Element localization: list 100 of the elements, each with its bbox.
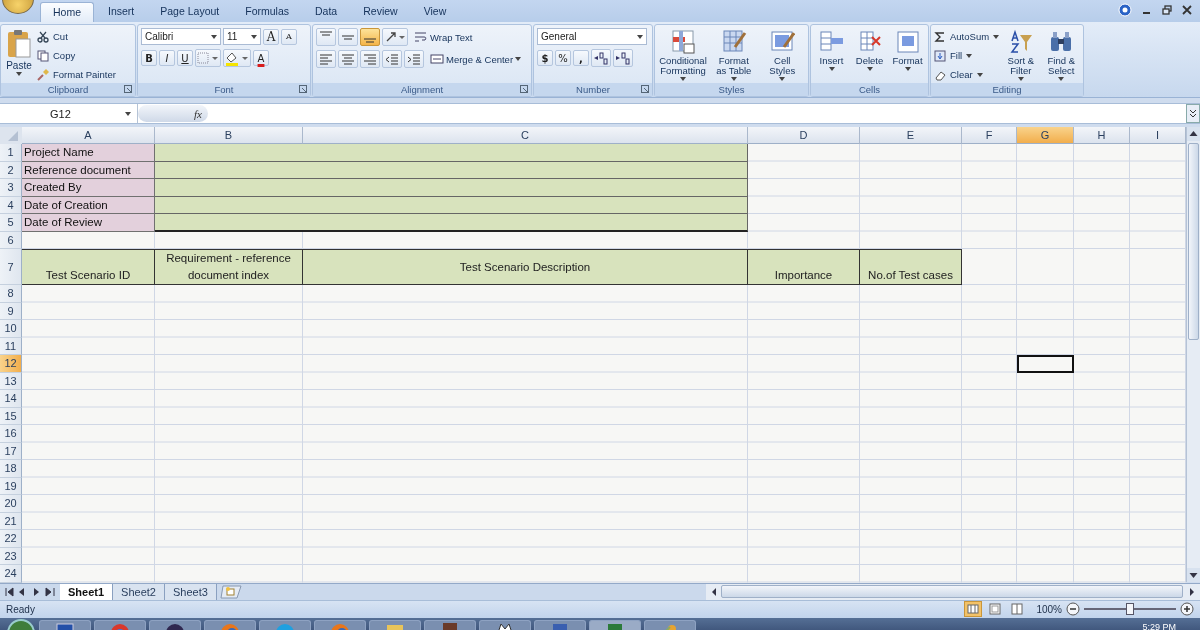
currency-button[interactable]: $ [537,50,553,66]
vertical-scrollbar[interactable] [1186,127,1200,582]
row-number[interactable]: 14 [0,390,22,408]
align-right-icon[interactable] [360,50,380,68]
start-orb-icon[interactable] [6,617,36,630]
row-number[interactable]: 22 [0,530,22,548]
ribbon-button[interactable]: Format [890,28,925,72]
percent-button[interactable]: % [555,50,571,66]
row-number[interactable]: 3 [0,179,22,197]
italic-button[interactable]: I [159,50,175,66]
ribbon-button[interactable]: Cell Styles [759,28,805,82]
zoom-level[interactable]: 100% [1036,603,1062,615]
row-number[interactable]: 12 [0,355,22,373]
ribbon-tab[interactable]: View [411,2,459,22]
font-name-field[interactable]: Calibri [141,28,221,45]
scroll-down-icon[interactable] [1187,568,1200,582]
wrap-text-button[interactable]: Wrap Text [414,28,473,46]
function-button[interactable]: fx [138,105,208,122]
fill-color-icon[interactable] [223,49,251,67]
sheet-navigation-icon[interactable] [4,586,56,597]
decrease-indent-icon[interactable] [382,50,402,68]
zoom-slider-thumb[interactable] [1126,603,1134,615]
zoom-out-icon[interactable] [1066,602,1080,616]
font-size-field[interactable]: 11 [223,28,261,45]
column-header[interactable]: E [860,127,962,144]
ribbon-tab[interactable]: Review [351,2,410,22]
ribbon-tab[interactable]: Data [303,2,350,22]
increase-indent-icon[interactable] [404,50,424,68]
dialog-launcher-icon[interactable] [124,85,132,93]
close-icon[interactable] [1182,5,1192,15]
ribbon-tab[interactable]: Home [40,2,94,22]
value-cell[interactable] [155,144,748,162]
taskbar-button[interactable] [149,619,201,630]
scroll-thumb[interactable] [721,585,1183,598]
row-number[interactable]: 24 [0,565,22,583]
increase-decimal-icon[interactable] [591,49,611,67]
ribbon-button[interactable]: Copy [37,47,116,64]
column-header[interactable]: D [748,127,860,144]
ribbon-tab[interactable]: Insert [96,2,147,22]
ribbon-button[interactable]: Clear [934,66,1000,83]
orientation-icon[interactable] [382,28,408,46]
help-icon[interactable] [1118,3,1132,17]
active-cell[interactable] [1017,355,1074,373]
ribbon-button[interactable]: Delete [852,28,887,72]
align-center-icon[interactable] [338,50,358,68]
ribbon-button[interactable]: Insert [814,28,849,72]
ribbon-button[interactable]: AutoSum [934,28,1000,45]
scroll-up-icon[interactable] [1187,127,1200,141]
row-number[interactable]: 16 [0,425,22,443]
scroll-right-icon[interactable] [1187,586,1197,597]
merge-center-button[interactable]: Merge & Center [430,50,522,68]
comma-button[interactable]: , [573,50,589,66]
zoom-in-icon[interactable] [1180,602,1194,616]
ribbon-button[interactable]: Sort & Filter [1002,28,1040,82]
restore-icon[interactable] [1162,5,1172,15]
sheet-tab[interactable]: Sheet3 [164,583,217,600]
taskbar-button[interactable] [369,619,421,630]
grow-font-button[interactable]: A [263,28,279,45]
sheet-tab[interactable]: Sheet1 [60,583,114,600]
dialog-launcher-icon[interactable] [520,85,528,93]
decrease-decimal-icon[interactable] [613,49,633,67]
row-number[interactable]: 8 [0,285,22,303]
align-bottom-icon[interactable] [360,28,380,46]
number-format-field[interactable]: General [537,28,647,45]
align-middle-icon[interactable] [338,28,358,46]
horizontal-scrollbar[interactable] [706,583,1200,600]
taskbar-button[interactable] [424,619,476,630]
ribbon-tab[interactable]: Formulas [233,2,301,22]
row-number[interactable]: 10 [0,320,22,338]
name-box[interactable]: G12 [0,104,138,123]
insert-sheet-icon[interactable] [218,584,243,599]
row-number[interactable]: 5 [0,214,22,232]
ribbon-button[interactable]: Conditional Formatting [658,28,708,82]
shrink-font-button[interactable]: A [281,28,297,45]
ribbon-button[interactable]: Fill [934,47,1000,64]
normal-view-icon[interactable] [964,601,983,617]
row-number[interactable]: 18 [0,460,22,478]
dialog-launcher-icon[interactable] [641,85,649,93]
bold-button[interactable]: B [141,50,157,66]
row-number[interactable]: 20 [0,495,22,513]
taskbar-button[interactable] [39,619,91,630]
row-number[interactable]: 1 [0,144,22,162]
ribbon-tab[interactable]: Page Layout [148,2,232,22]
column-header[interactable]: H [1074,127,1130,144]
column-header[interactable]: G [1017,127,1074,144]
expand-icon[interactable] [1186,104,1200,123]
ribbon-button[interactable]: Format Painter [37,66,116,83]
value-cell[interactable] [155,214,748,232]
ribbon-button[interactable]: Format as Table [711,28,757,82]
align-left-icon[interactable] [316,50,336,68]
dialog-launcher-icon[interactable] [299,85,307,93]
ribbon-button[interactable]: Find & Select [1042,28,1080,82]
underline-button[interactable]: U [177,50,193,66]
value-cell[interactable] [155,179,748,197]
ribbon-button[interactable]: Cut [37,28,116,45]
row-number[interactable]: 7 [0,249,22,285]
align-top-icon[interactable] [316,28,336,46]
sheet-tab[interactable]: Sheet2 [113,583,165,600]
taskbar-button[interactable] [479,619,531,630]
font-color-button[interactable]: A [253,50,269,66]
